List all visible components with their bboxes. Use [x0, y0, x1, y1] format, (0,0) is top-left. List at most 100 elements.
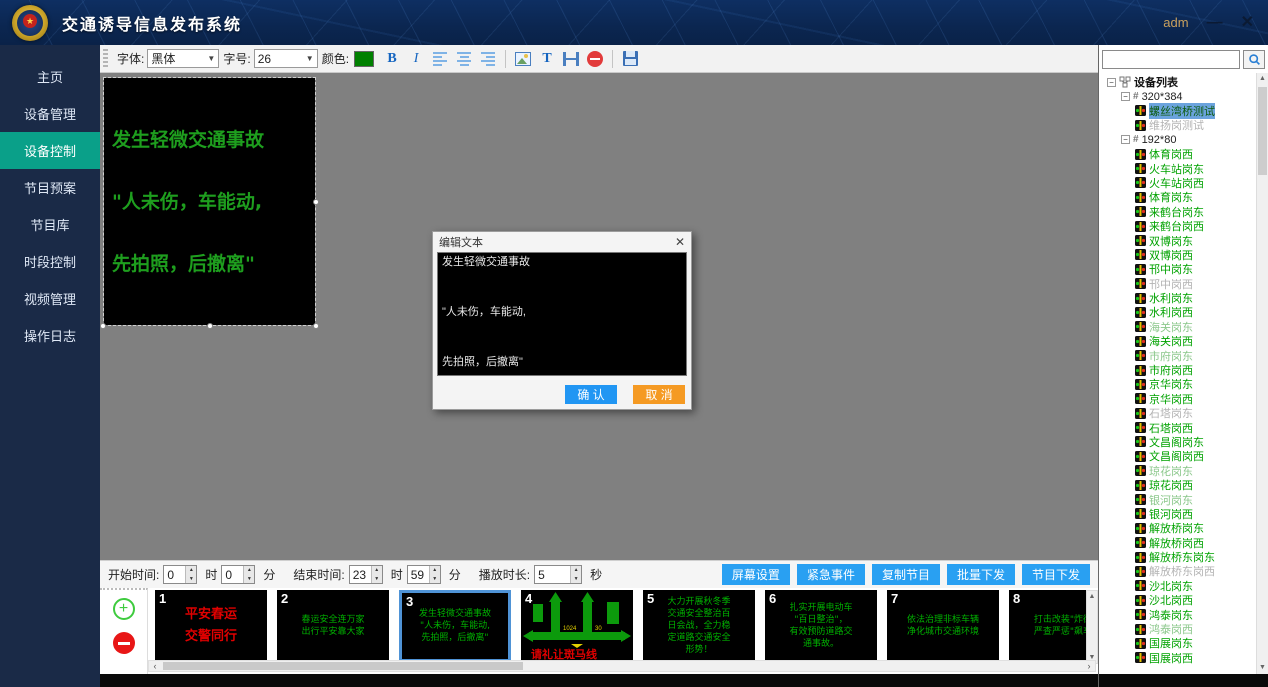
spin-down-icon[interactable]: ▼ — [244, 575, 254, 584]
sidebar-item-0[interactable]: 主页 — [0, 58, 100, 95]
program-thumbnail-1[interactable]: 1平安春运交警同行 — [155, 590, 267, 662]
tree-device-row[interactable]: 海关岗东 — [1099, 320, 1268, 334]
tree-device-row[interactable]: 解放桥岗东 — [1099, 521, 1268, 535]
tree-device-row[interactable]: 火车站岗东 — [1099, 161, 1268, 175]
spin-down-icon[interactable]: ▼ — [430, 575, 440, 584]
sidebar-item-3[interactable]: 节目预案 — [0, 169, 100, 206]
tree-device-row[interactable]: 火车站岗西 — [1099, 176, 1268, 190]
spin-up-icon[interactable]: ▲ — [430, 566, 440, 575]
sidebar-item-2[interactable]: 设备控制 — [0, 132, 100, 169]
program-thumbnail-8[interactable]: 8打击改装"炸街"严查严惩"飙车" — [1009, 590, 1086, 662]
scroll-left-icon[interactable]: ‹ — [149, 661, 161, 671]
align-center-button[interactable] — [454, 49, 474, 69]
tree-device-row[interactable]: 解放桥东岗西 — [1099, 564, 1268, 578]
tree-device-row[interactable]: 琼花岗西 — [1099, 478, 1268, 492]
playlist-horizontal-scrollbar[interactable]: ‹ › — [148, 660, 1096, 672]
tree-device-row[interactable]: 银河岗东 — [1099, 492, 1268, 506]
remove-program-button[interactable] — [113, 632, 135, 654]
program-thumbnail-5[interactable]: 5大力开展秋冬季交通安全整治百日会战，全力稳定道路交通安全形势！ — [643, 590, 755, 662]
scrollbar-thumb[interactable] — [163, 662, 523, 670]
tree-device-row[interactable]: 邗中岗西 — [1099, 276, 1268, 290]
spin-down-icon[interactable]: ▼ — [186, 575, 196, 584]
led-preview-panel[interactable]: 发生轻微交通事故"人未伤，车能动,先拍照，后撤离" — [104, 78, 315, 325]
tree-device-row[interactable]: 银河岗西 — [1099, 507, 1268, 521]
align-right-button[interactable] — [478, 49, 498, 69]
delete-item-button[interactable] — [585, 49, 605, 69]
tree-device-row[interactable]: 解放桥东岗东 — [1099, 550, 1268, 564]
dialog-textarea[interactable]: 发生轻微交通事故"人未伤，车能动,先拍照，后撤离" — [437, 252, 687, 376]
start-hour-stepper[interactable]: 0 ▲▼ — [163, 565, 197, 584]
tree-device-row[interactable]: 市府岗西 — [1099, 363, 1268, 377]
spin-down-icon[interactable]: ▼ — [372, 575, 382, 584]
scroll-right-icon[interactable]: › — [1083, 661, 1095, 671]
tree-device-row[interactable]: 来鹤台岗东 — [1099, 205, 1268, 219]
tree-device-row[interactable]: 京华岗东 — [1099, 377, 1268, 391]
cancel-button[interactable]: 取 消 — [633, 385, 685, 404]
device-search-input[interactable] — [1102, 50, 1240, 69]
spin-up-icon[interactable]: ▲ — [186, 566, 196, 575]
resize-handle-bottom-left[interactable] — [100, 323, 106, 329]
action-button-4[interactable]: 节目下发 — [1022, 564, 1090, 585]
align-left-button[interactable] — [430, 49, 450, 69]
duration-stepper[interactable]: 5 ▲▼ — [534, 565, 582, 584]
tree-group-192*80[interactable]: 192*80 — [1142, 134, 1177, 146]
dialog-close-icon[interactable]: ✕ — [675, 235, 685, 249]
tree-device-row[interactable]: 京华岗西 — [1099, 392, 1268, 406]
program-thumbnail-3[interactable]: 3发生轻微交通事故"人未伤，车能动,先拍照，后撤离" — [399, 590, 511, 662]
tree-device-row[interactable]: 来鹤台岗西 — [1099, 219, 1268, 233]
search-button[interactable] — [1243, 50, 1265, 69]
tree-device-row[interactable]: 石塔岗西 — [1099, 420, 1268, 434]
action-button-0[interactable]: 屏幕设置 — [722, 564, 790, 585]
tree-device-row[interactable]: 市府岗东 — [1099, 348, 1268, 362]
resize-handle-right[interactable] — [313, 199, 319, 205]
action-button-1[interactable]: 紧急事件 — [797, 564, 865, 585]
marquee-button[interactable] — [561, 49, 581, 69]
italic-button[interactable]: I — [406, 49, 426, 69]
tree-device-row[interactable]: 国展岗东 — [1099, 636, 1268, 650]
tree-device-row[interactable]: 文昌阁岗东 — [1099, 435, 1268, 449]
program-thumbnail-7[interactable]: 7依法治理非标车辆净化城市交通环境 — [887, 590, 999, 662]
scroll-up-icon[interactable]: ▲ — [1087, 591, 1097, 602]
tree-scrollbar[interactable]: ▲ ▼ — [1256, 73, 1268, 674]
toolbar-grip[interactable] — [103, 49, 108, 69]
sidebar-item-1[interactable]: 设备管理 — [0, 95, 100, 132]
scroll-down-icon[interactable]: ▼ — [1257, 662, 1268, 674]
tree-device-row[interactable]: 国展岗西 — [1099, 651, 1268, 665]
tree-collapse-icon[interactable]: − — [1121, 135, 1130, 144]
tree-device-row[interactable]: 水利岗西 — [1099, 305, 1268, 319]
action-button-2[interactable]: 复制节目 — [872, 564, 940, 585]
device-label[interactable]: 国展岗西 — [1149, 650, 1193, 666]
tree-device-row[interactable]: 维扬岗测试 — [1099, 118, 1268, 132]
close-icon[interactable]: ✕ — [1241, 15, 1254, 31]
sidebar-item-6[interactable]: 视频管理 — [0, 280, 100, 317]
bold-button[interactable]: B — [382, 49, 402, 69]
tree-device-row[interactable]: 海关岗西 — [1099, 334, 1268, 348]
end-minute-stepper[interactable]: 59 ▲▼ — [407, 565, 441, 584]
tree-device-row[interactable]: 螺丝湾桥测试 — [1099, 104, 1268, 118]
tree-collapse-icon[interactable]: − — [1107, 78, 1116, 87]
tree-device-row[interactable]: 体育岗西 — [1099, 147, 1268, 161]
end-hour-stepper[interactable]: 23 ▲▼ — [349, 565, 383, 584]
tree-device-row[interactable]: 沙北岗东 — [1099, 579, 1268, 593]
font-size-select[interactable]: 26 ▼ — [254, 49, 318, 68]
spin-up-icon[interactable]: ▲ — [244, 566, 254, 575]
insert-image-button[interactable] — [513, 49, 533, 69]
edit-canvas[interactable]: 发生轻微交通事故"人未伤，车能动,先拍照，后撤离" 编辑文本 ✕ 发生轻微交通事… — [100, 73, 1098, 560]
save-button[interactable] — [620, 49, 640, 69]
tree-device-row[interactable]: 琼花岗东 — [1099, 464, 1268, 478]
program-thumbnail-4[interactable]: 4102430请礼让斑马线 — [521, 590, 633, 662]
resize-handle-bottom-right[interactable] — [313, 323, 319, 329]
sidebar-item-4[interactable]: 节目库 — [0, 206, 100, 243]
tree-root-label[interactable]: 设备列表 — [1134, 74, 1178, 90]
tree-device-row[interactable]: 鸿泰岗西 — [1099, 622, 1268, 636]
tree-device-row[interactable]: 文昌阁岗西 — [1099, 449, 1268, 463]
tree-device-row[interactable]: 解放桥岗西 — [1099, 536, 1268, 550]
add-program-button[interactable]: + — [113, 598, 135, 620]
resize-handle-bottom-middle[interactable] — [207, 323, 213, 329]
tree-device-row[interactable]: 邗中岗东 — [1099, 262, 1268, 276]
tree-device-row[interactable]: 鸿泰岗东 — [1099, 607, 1268, 621]
spin-down-icon[interactable]: ▼ — [571, 575, 581, 584]
tree-collapse-icon[interactable]: − — [1121, 92, 1130, 101]
tree-device-row[interactable]: 水利岗东 — [1099, 291, 1268, 305]
minimize-icon[interactable]: — — [1207, 15, 1223, 31]
